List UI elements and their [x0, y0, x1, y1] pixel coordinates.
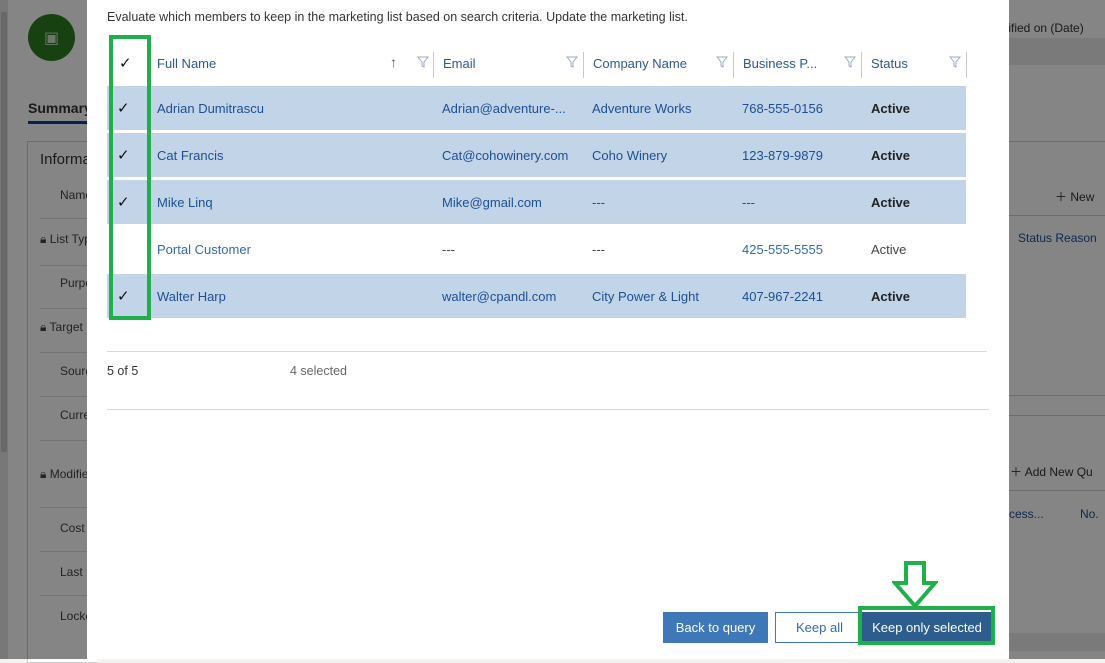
row-checkbox[interactable]: ✓ [117, 86, 130, 130]
table-row[interactable]: ✓ Adrian Dumitrascu Adrian@adventure-... Ad… [107, 86, 966, 130]
filter-icon[interactable] [949, 56, 961, 68]
cell-phone: --- [742, 194, 755, 210]
column-header-email[interactable]: Email [443, 40, 476, 86]
checkmark-icon: ✓ [117, 288, 130, 305]
cell-full-name[interactable]: Walter Harp [157, 274, 226, 318]
cell-full-name[interactable]: Mike Linq [157, 180, 213, 224]
cell-full-name[interactable]: Portal Customer [157, 227, 251, 271]
cell-email: Mike@gmail.com [442, 194, 542, 210]
column-separator[interactable] [583, 52, 584, 78]
members-grid: ✓ Full Name ↑ Email Company Name Busines… [107, 40, 967, 321]
column-header-full-name[interactable]: Full Name [157, 40, 216, 86]
checkmark-icon: ✓ [117, 147, 130, 164]
column-header-business-phone[interactable]: Business P... [743, 40, 817, 86]
filter-icon[interactable] [566, 56, 578, 68]
cell-company: Coho Winery [592, 147, 668, 163]
sort-ascending-icon[interactable]: ↑ [390, 54, 397, 70]
row-checkbox[interactable]: ✓ [117, 274, 130, 318]
filter-icon[interactable] [844, 56, 856, 68]
checkmark-icon: ✓ [117, 194, 130, 211]
grid-header: ✓ Full Name ↑ Email Company Name Busines… [107, 40, 967, 86]
back-to-query-button[interactable]: Back to query [663, 612, 768, 643]
cell-phone[interactable]: 123-879-9879 [742, 133, 823, 177]
filter-icon[interactable] [716, 56, 728, 68]
divider [107, 351, 987, 352]
cell-status: Active [871, 100, 911, 116]
column-separator[interactable] [733, 52, 734, 78]
cell-full-name[interactable]: Cat Francis [157, 133, 223, 177]
keep-only-selected-button[interactable]: Keep only selected [862, 612, 992, 643]
grid-body: ✓ Adrian Dumitrascu Adrian@adventure-... Ad… [107, 86, 966, 318]
divider [107, 409, 989, 410]
select-all-checkbox[interactable]: ✓ [119, 40, 132, 86]
cell-status: Active [871, 194, 911, 210]
checkmark-icon: ✓ [119, 55, 132, 72]
filter-icon[interactable] [417, 56, 429, 68]
down-arrow-annotation-icon [892, 561, 938, 609]
cell-status: Active [871, 241, 907, 257]
cell-phone[interactable]: 768-555-0156 [742, 86, 823, 130]
cell-email: Cat@cohowinery.com [442, 147, 569, 163]
column-header-company-name[interactable]: Company Name [593, 40, 687, 86]
cell-email: --- [442, 241, 455, 257]
evaluate-members-dialog: Evaluate which members to keep in the ma… [87, 0, 1009, 659]
dialog-instructions: Evaluate which members to keep in the ma… [107, 10, 688, 24]
table-row[interactable]: ✓ Walter Harp walter@cpandl.com City Power … [107, 274, 966, 318]
cell-full-name[interactable]: Adrian Dumitrascu [157, 86, 264, 130]
row-checkbox[interactable]: ✓ [117, 180, 130, 224]
cell-email: Adrian@adventure-... [442, 100, 566, 116]
cell-status: Active [871, 147, 911, 163]
keep-all-button[interactable]: Keep all [775, 612, 864, 643]
table-row[interactable]: Portal Customer --- --- 425-555-5555 Active [107, 227, 966, 271]
cell-email: walter@cpandl.com [442, 288, 557, 304]
column-separator[interactable] [149, 52, 150, 78]
column-separator[interactable] [433, 52, 434, 78]
column-header-status[interactable]: Status [871, 40, 908, 86]
table-row[interactable]: ✓ Mike Linq Mike@gmail.com --- --- Active [107, 180, 966, 224]
cell-company: --- [592, 194, 605, 210]
cell-company: Adventure Works [592, 100, 692, 116]
selected-count: 4 selected [290, 364, 347, 378]
column-separator[interactable] [861, 52, 862, 78]
cell-phone[interactable]: 407-967-2241 [742, 274, 823, 318]
cell-status: Active [871, 288, 911, 304]
cell-company: City Power & Light [592, 288, 699, 304]
row-checkbox[interactable]: ✓ [117, 133, 130, 177]
cell-company: --- [592, 241, 605, 257]
record-count: 5 of 5 [107, 364, 139, 378]
checkmark-icon: ✓ [117, 100, 130, 117]
cell-phone[interactable]: 425-555-5555 [742, 227, 823, 271]
column-separator[interactable] [966, 52, 967, 78]
table-row[interactable]: ✓ Cat Francis Cat@cohowinery.com Coho Winer… [107, 133, 966, 177]
